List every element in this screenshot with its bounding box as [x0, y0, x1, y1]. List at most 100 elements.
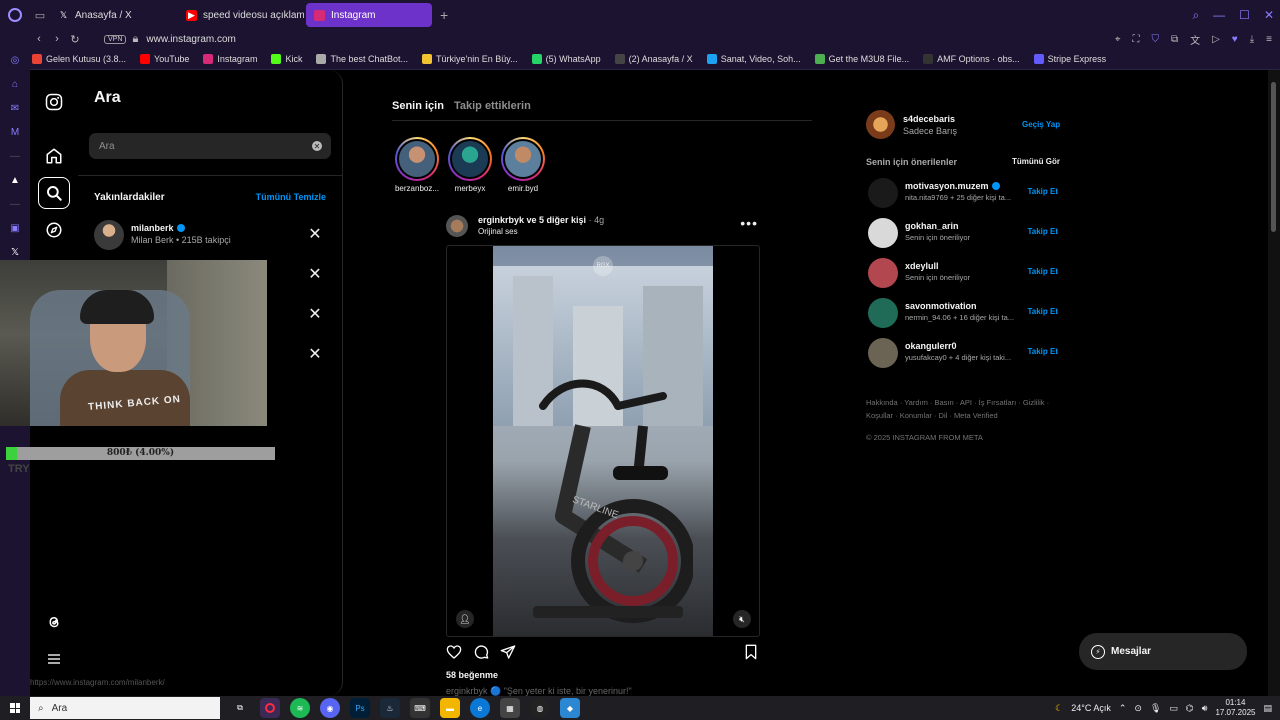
microphone-icon[interactable]: 🎙︎ — [1150, 703, 1161, 714]
url-field[interactable]: www.instagram.com — [146, 34, 235, 45]
story-item[interactable]: merbeyx — [445, 137, 495, 193]
suggestion-username[interactable]: xdeylull — [905, 261, 939, 271]
twitch-icon[interactable]: ▣ — [9, 222, 21, 234]
bookmark-item[interactable]: The best ChatBot... — [316, 53, 408, 64]
follow-button[interactable]: Takip Et — [1027, 307, 1058, 316]
follow-button[interactable]: Takip Et — [1027, 267, 1058, 276]
taskbar-search[interactable]: ⌕ Ara — [30, 697, 220, 719]
weather-text[interactable]: 24°C Açık — [1071, 703, 1111, 713]
menu-icon[interactable]: ≡ — [1266, 34, 1272, 45]
file-explorer-icon[interactable]: ▬ — [440, 698, 460, 718]
pinned-app-icon[interactable]: ▲ — [9, 174, 21, 186]
reload-icon[interactable]: ↻ — [66, 33, 84, 46]
spotify-icon[interactable]: ≋ — [290, 698, 310, 718]
avatar[interactable] — [868, 218, 898, 248]
display-icon[interactable]: ▭ — [1169, 703, 1178, 714]
discord-icon[interactable]: ◉ — [320, 698, 340, 718]
avatar[interactable] — [868, 338, 898, 368]
download-icon[interactable]: ⤓ — [1250, 34, 1254, 45]
more-options-icon[interactable]: ••• — [740, 215, 758, 231]
follow-button[interactable]: Takip Et — [1027, 187, 1058, 196]
bookmark-item[interactable]: AMF Options · obs... — [923, 53, 1020, 64]
save-icon[interactable] — [744, 644, 758, 665]
bookmark-item[interactable]: Sanat, Video, Soh... — [706, 53, 801, 64]
remove-recent-icon[interactable]: ✕ — [307, 267, 323, 283]
bookmark-item[interactable]: Gelen Kutusu (3.8... — [32, 53, 126, 64]
bookmark-item[interactable]: (5) WhatsApp — [531, 53, 601, 64]
pin-icon[interactable]: ⌖ — [1115, 34, 1121, 45]
store-icon[interactable]: ▦ — [500, 698, 520, 718]
tab-for-you[interactable]: Senin için — [392, 100, 444, 112]
avatar[interactable] — [446, 215, 468, 237]
instagram-logo-icon[interactable] — [38, 86, 70, 118]
tab-following[interactable]: Takip ettiklerin — [454, 100, 531, 112]
steam-icon[interactable]: ♨ — [380, 698, 400, 718]
recent-search-item[interactable]: milanberk Milan Berk • 215B takipçi — [94, 220, 334, 250]
bookmark-item[interactable]: YouTube — [140, 53, 189, 64]
avatar[interactable] — [868, 298, 898, 328]
home-icon[interactable] — [38, 140, 70, 172]
tagged-users-icon[interactable]: 👤︎ — [456, 610, 474, 628]
x-icon[interactable]: 𝕏 — [9, 246, 21, 258]
follow-button[interactable]: Takip Et — [1027, 227, 1058, 236]
explore-icon[interactable] — [38, 214, 70, 246]
back-icon[interactable]: ‹ — [30, 33, 48, 45]
like-count[interactable]: 58 beğenme — [446, 670, 498, 680]
post-media[interactable]: STARLINE RGX 👤︎ 🔇︎ — [446, 245, 760, 637]
messages-button[interactable]: ⚡︎ Mesajlar — [1079, 633, 1247, 670]
obs-icon[interactable]: ◍ — [530, 698, 550, 718]
new-tab-button[interactable]: + — [434, 7, 454, 23]
suggestion-username[interactable]: gokhan_arin — [905, 221, 959, 231]
tray-icon[interactable]: ⊙ — [1134, 703, 1142, 714]
translate-icon[interactable]: 文 — [1190, 32, 1200, 47]
bookmark-item[interactable]: Stripe Express — [1033, 53, 1106, 64]
opera-menu-icon[interactable] — [0, 0, 30, 30]
suggestion-username[interactable]: motivasyon.muzem — [905, 181, 989, 191]
comment-icon[interactable] — [473, 644, 489, 665]
scrollbar-thumb[interactable] — [1271, 82, 1276, 232]
task-view-icon[interactable]: ⧉ — [230, 698, 250, 718]
suggestion-username[interactable]: savonmotivation — [905, 301, 977, 311]
remove-recent-icon[interactable]: ✕ — [307, 347, 323, 363]
avatar[interactable] — [866, 110, 895, 139]
see-all-button[interactable]: Tümünü Gör — [1012, 157, 1060, 166]
more-menu-icon[interactable] — [38, 643, 70, 675]
bookmark-item[interactable]: Get the M3U8 File... — [814, 53, 909, 64]
volume-icon[interactable]: 🔊︎ — [1202, 703, 1208, 714]
messenger-icon[interactable]: ✉ — [9, 102, 21, 114]
forward-icon[interactable]: › — [48, 33, 66, 45]
music-icon[interactable]: M — [9, 126, 21, 138]
app-icon[interactable]: ◆ — [560, 698, 580, 718]
keyboard-app-icon[interactable]: ⌨ — [410, 698, 430, 718]
search-icon[interactable] — [38, 177, 70, 209]
post-audio[interactable]: Orijinal ses — [478, 227, 518, 236]
workspace-icon[interactable]: ⌂ — [9, 78, 21, 90]
switch-account-button[interactable]: Geçiş Yap — [1022, 120, 1060, 129]
remove-recent-icon[interactable]: ✕ — [307, 307, 323, 323]
search-tabs-icon[interactable]: ⌕ — [1192, 8, 1199, 23]
weather-icon[interactable]: ☾ — [1055, 703, 1063, 714]
extension-icon[interactable]: ⧉ — [1171, 34, 1178, 45]
story-item[interactable]: berzanboz... — [392, 137, 442, 193]
play-icon[interactable]: ▷ — [1212, 34, 1220, 45]
bookmark-item[interactable]: Instagram — [203, 53, 257, 64]
minimize-icon[interactable]: — — [1213, 8, 1225, 22]
avatar[interactable] — [868, 178, 898, 208]
bookmark-item[interactable]: (2) Anasayfa / X — [614, 53, 693, 64]
lock-icon[interactable]: 🔒︎ — [126, 33, 144, 46]
photoshop-icon[interactable]: Ps — [350, 698, 370, 718]
heart-icon[interactable]: ♥ — [1232, 34, 1238, 45]
chevron-up-icon[interactable]: ⌃ — [1119, 703, 1127, 714]
vpn-badge[interactable]: VPN — [104, 34, 127, 44]
threads-icon[interactable] — [38, 606, 70, 638]
close-icon[interactable]: ✕ — [1264, 8, 1274, 22]
post-video[interactable]: STARLINE RGX — [493, 246, 713, 636]
mute-icon[interactable]: 🔇︎ — [733, 610, 751, 628]
opera-icon[interactable] — [260, 698, 280, 718]
clear-all-button[interactable]: Tümünü Temizle — [256, 192, 326, 202]
share-icon[interactable] — [500, 644, 516, 665]
bookmark-item[interactable]: Kick — [271, 53, 302, 64]
follow-button[interactable]: Takip Et — [1027, 347, 1058, 356]
bookmark-item[interactable]: Türkiye'nin En Büy... — [422, 53, 518, 64]
tab-youtube[interactable]: ▶ speed videosu açıklaması — [178, 3, 304, 27]
